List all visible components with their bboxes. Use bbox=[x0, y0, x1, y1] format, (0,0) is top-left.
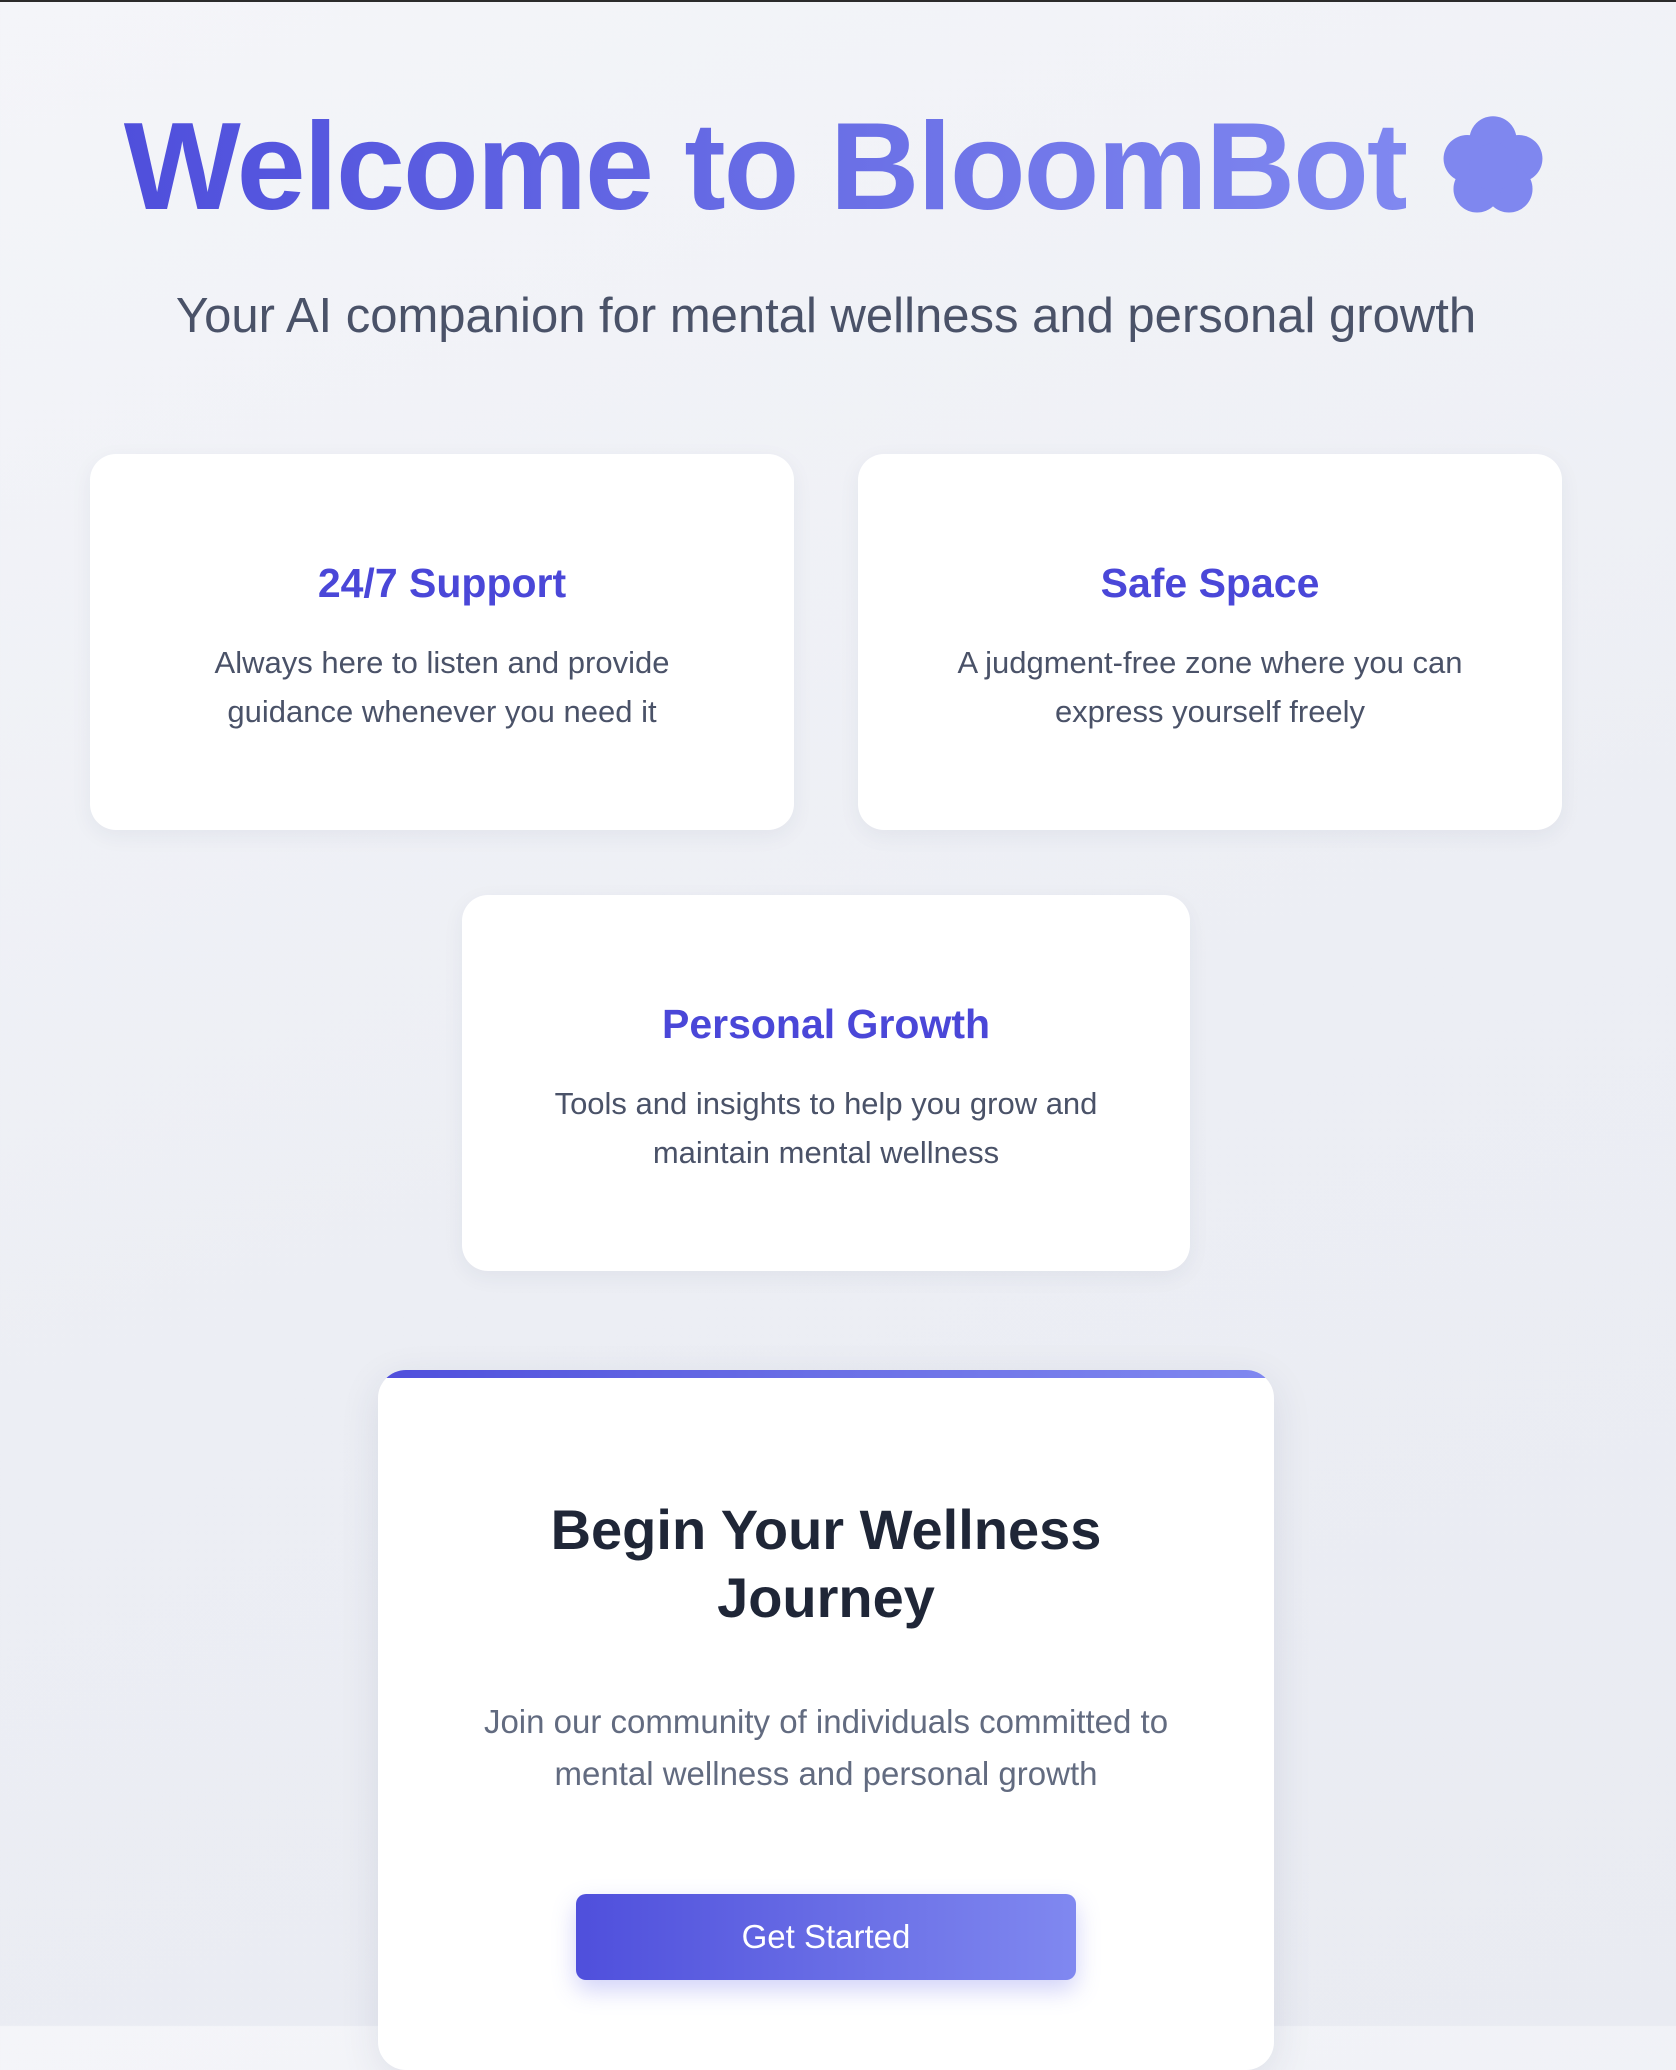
feature-card-support: 24/7 Support Always here to listen and p… bbox=[90, 454, 794, 830]
feature-description-line: guidance whenever you need it bbox=[227, 694, 657, 729]
cta-title: Begin Your Wellness Journey bbox=[378, 1496, 1274, 1632]
cta-description-line: mental wellness and personal growth bbox=[554, 1755, 1098, 1792]
cta-title-line: Begin Your Wellness bbox=[550, 1498, 1102, 1561]
feature-title: 24/7 Support bbox=[317, 560, 567, 606]
feature-title: Safe Space bbox=[1100, 560, 1320, 606]
cta-description: Join our community of individuals commit… bbox=[378, 1696, 1274, 1800]
cta-accent-bar bbox=[378, 1370, 1274, 1378]
hero-title-row: Welcome to BloomBot bbox=[0, 102, 1676, 232]
feature-description-line: Always here to listen and provide bbox=[214, 645, 670, 680]
feature-description-line: A judgment-free zone where you can bbox=[957, 645, 1463, 680]
get-started-button[interactable]: Get Started bbox=[576, 1894, 1076, 1980]
feature-description: A judgment-free zone where you can expre… bbox=[858, 638, 1562, 736]
page-title: Welcome to BloomBot bbox=[123, 98, 1408, 236]
feature-card-personal-growth: Personal Growth Tools and insights to he… bbox=[462, 895, 1190, 1271]
cta-description-line: Join our community of individuals commit… bbox=[483, 1703, 1169, 1740]
cta-title-line: Journey bbox=[717, 1566, 935, 1629]
cta-card: Begin Your Wellness Journey Join our com… bbox=[378, 1370, 1274, 2070]
feature-title: Personal Growth bbox=[661, 1001, 991, 1047]
feature-card-safe-space: Safe Space A judgment-free zone where yo… bbox=[858, 454, 1562, 830]
feature-description-line: express yourself freely bbox=[1054, 694, 1366, 729]
feature-description-line: maintain mental wellness bbox=[652, 1135, 1000, 1170]
flower-icon bbox=[1443, 116, 1543, 213]
feature-description: Tools and insights to help you grow and … bbox=[462, 1079, 1190, 1177]
hero-subtitle: Your AI companion for mental wellness an… bbox=[175, 289, 1477, 343]
feature-description: Always here to listen and provide guidan… bbox=[90, 638, 794, 736]
feature-description-line: Tools and insights to help you grow and bbox=[554, 1086, 1098, 1121]
